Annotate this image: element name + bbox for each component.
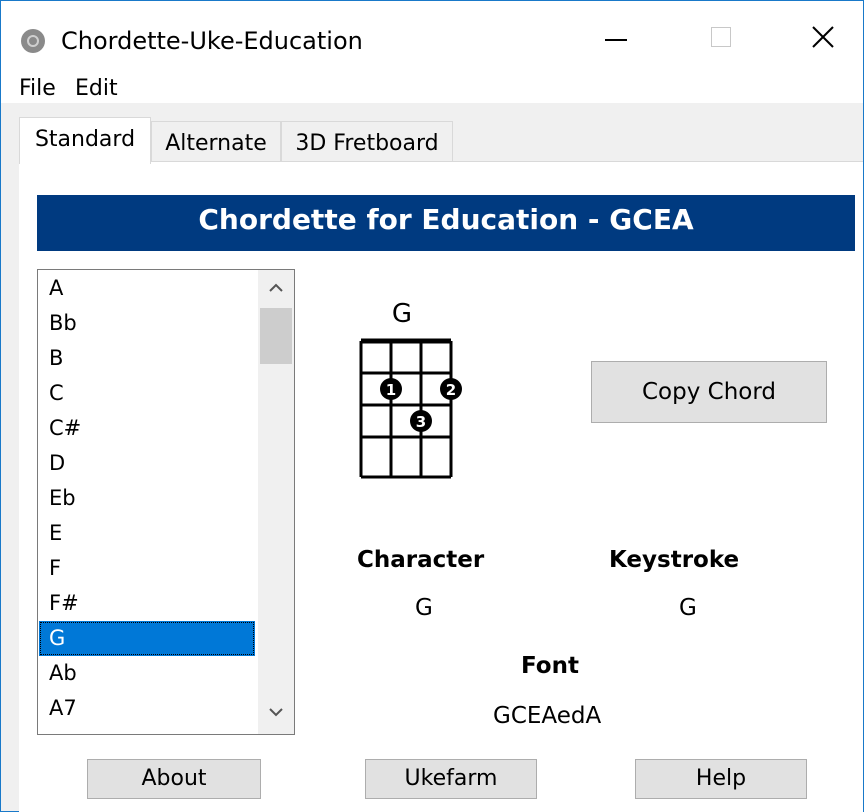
font-label: Font — [521, 653, 579, 679]
list-item[interactable]: F# — [39, 586, 255, 621]
chord-diagram: 1 2 3 — [359, 338, 462, 479]
scroll-thumb[interactable] — [260, 308, 292, 364]
maximize-button[interactable] — [689, 15, 759, 63]
ukefarm-button[interactable]: Ukefarm — [365, 759, 537, 799]
chord-list[interactable]: A Bb B C C# D Eb E F F# G Ab A7 — [37, 269, 295, 735]
font-value: GCEAedA — [493, 703, 602, 729]
list-item[interactable]: A — [39, 271, 255, 306]
page-banner: Chordette for Education - GCEA — [37, 195, 855, 251]
menu-file[interactable]: File — [19, 75, 56, 103]
list-item[interactable]: Eb — [39, 481, 255, 516]
keystroke-value: G — [679, 595, 697, 621]
scroll-up-icon[interactable] — [266, 280, 286, 296]
close-icon — [812, 26, 834, 48]
finger-number: 1 — [386, 381, 396, 399]
copy-chord-button[interactable]: Copy Chord — [591, 361, 827, 423]
menu-bar: File Edit — [1, 63, 863, 103]
list-item[interactable]: C# — [39, 411, 255, 446]
list-item[interactable]: F — [39, 551, 255, 586]
finger-number: 3 — [416, 413, 426, 431]
list-item[interactable]: Bb — [39, 306, 255, 341]
window-title: Chordette-Uke-Education — [61, 27, 363, 55]
tab-strip: Standard Alternate 3D Fretboard — [1, 103, 863, 164]
list-item[interactable]: C — [39, 376, 255, 411]
character-label: Character — [357, 547, 485, 573]
character-value: G — [415, 595, 433, 621]
list-item[interactable]: A7 — [39, 691, 255, 726]
app-icon[interactable] — [21, 29, 45, 53]
help-button[interactable]: Help — [635, 759, 807, 799]
list-item[interactable]: D — [39, 446, 255, 481]
scroll-down-icon[interactable] — [266, 704, 286, 720]
list-item[interactable]: G — [39, 621, 255, 656]
list-item[interactable]: E — [39, 516, 255, 551]
tab-3d-fretboard[interactable]: 3D Fretboard — [281, 121, 453, 163]
finger-number: 2 — [446, 381, 456, 399]
menu-edit[interactable]: Edit — [75, 75, 118, 103]
tab-alternate[interactable]: Alternate — [151, 121, 281, 163]
list-item[interactable]: B — [39, 341, 255, 376]
minimize-button[interactable] — [581, 15, 651, 63]
chord-diagram-title: G — [391, 299, 413, 329]
list-scrollbar[interactable] — [258, 270, 294, 734]
close-button[interactable] — [791, 15, 861, 63]
app-window: Chordette-Uke-Education File Edit Standa… — [0, 0, 864, 812]
tab-standard[interactable]: Standard — [19, 117, 151, 164]
list-item[interactable]: Ab — [39, 656, 255, 691]
about-button[interactable]: About — [87, 759, 261, 799]
keystroke-label: Keystroke — [609, 547, 740, 573]
title-bar[interactable]: Chordette-Uke-Education — [1, 1, 863, 63]
